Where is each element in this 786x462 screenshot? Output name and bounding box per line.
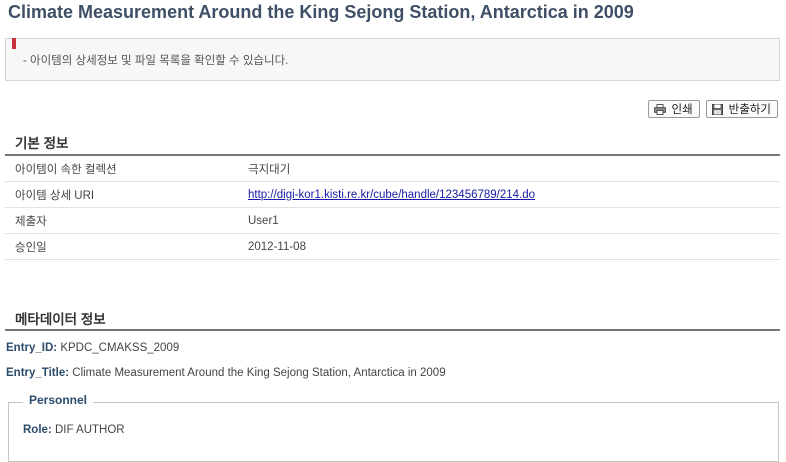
entry-title-line: Entry_Title: Climate Measurement Around … xyxy=(6,367,446,379)
section-divider xyxy=(5,329,780,331)
printer-icon xyxy=(653,103,666,115)
personnel-role-line: Role: DIF AUTHOR xyxy=(23,424,125,436)
collection-value: 극지대기 xyxy=(248,155,780,182)
table-row: 아이템이 속한 컬렉션 극지대기 xyxy=(5,155,780,182)
personnel-fieldset: Personnel Role: DIF AUTHOR xyxy=(8,393,779,462)
row-label: 아이템이 속한 컬렉션 xyxy=(5,155,248,182)
action-toolbar: 인쇄 반출하기 xyxy=(647,100,778,118)
entry-id-key: Entry_ID: xyxy=(6,342,58,354)
table-row: 승인일 2012-11-08 xyxy=(5,233,780,260)
entry-id-line: Entry_ID: KPDC_CMAKSS_2009 xyxy=(6,342,179,354)
print-button[interactable]: 인쇄 xyxy=(647,100,700,118)
basic-info-heading: 기본 정보 xyxy=(15,136,69,151)
floppy-disk-icon xyxy=(711,103,723,115)
page-title: Climate Measurement Around the King Sejo… xyxy=(8,2,634,22)
entry-id-value: KPDC_CMAKSS_2009 xyxy=(60,342,180,354)
personnel-legend: Personnel xyxy=(23,393,94,407)
entry-title-key: Entry_Title: xyxy=(6,367,70,379)
role-key: Role: xyxy=(23,424,52,436)
row-label: 아이템 상세 URI xyxy=(5,181,248,208)
submitter-value: User1 xyxy=(248,207,780,234)
row-label: 승인일 xyxy=(5,233,248,260)
basic-info-table: 아이템이 속한 컬렉션 극지대기 아이템 상세 URI http://digi-… xyxy=(5,154,780,260)
export-button[interactable]: 반출하기 xyxy=(705,100,778,118)
bookmark-marker-icon xyxy=(12,38,16,49)
approval-date-value: 2012-11-08 xyxy=(248,233,780,260)
export-button-label: 반출하기 xyxy=(728,104,771,116)
item-uri-link[interactable]: http://digi-kor1.kisti.re.kr/cube/handle… xyxy=(248,189,535,201)
entry-title-value: Climate Measurement Around the King Sejo… xyxy=(72,367,446,379)
notice-text: - 아이템의 상세정보 및 파일 목록을 확인할 수 있습니다. xyxy=(23,55,289,67)
notice-box: - 아이템의 상세정보 및 파일 목록을 확인할 수 있습니다. xyxy=(5,38,780,81)
role-value: DIF AUTHOR xyxy=(54,424,125,436)
table-row: 아이템 상세 URI http://digi-kor1.kisti.re.kr/… xyxy=(5,181,780,208)
table-row: 제출자 User1 xyxy=(5,207,780,234)
print-button-label: 인쇄 xyxy=(671,104,693,116)
row-label: 제출자 xyxy=(5,207,248,234)
metadata-heading: 메타데이터 정보 xyxy=(15,312,106,327)
